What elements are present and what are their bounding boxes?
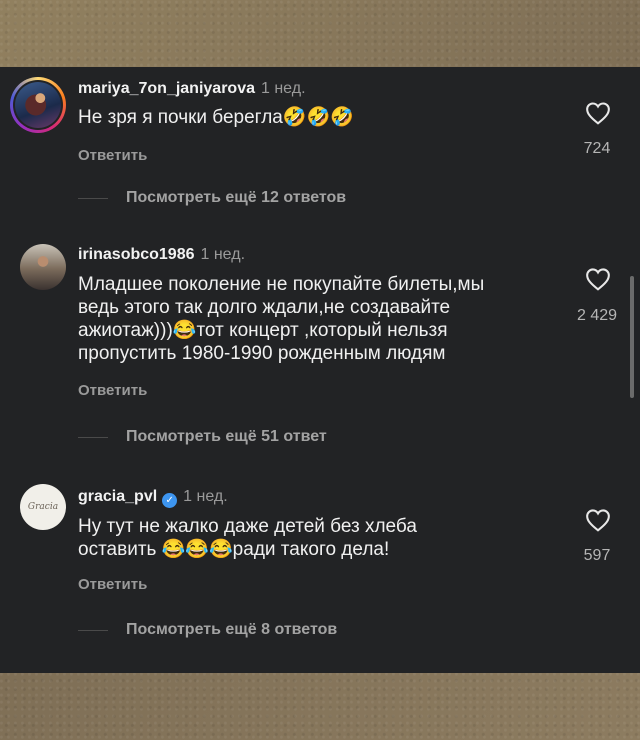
reply-button[interactable]: Ответить [78,147,147,164]
heart-outline-icon[interactable] [585,508,611,532]
timestamp: 1 нед. [183,488,228,505]
comment-text: Ну тут не жалко даже детей без хлеба ост… [78,516,417,560]
avatar-logo-script: Gracia [27,502,59,512]
view-more-replies-button[interactable]: Посмотреть ещё 51 ответ [126,428,327,446]
like-count: 2 429 [576,307,618,324]
comment-meta: irinasobco1986 1 нед. [78,245,245,265]
view-more-replies-button[interactable]: Посмотреть ещё 12 ответов [126,189,346,207]
scrollbar[interactable] [630,276,634,398]
reply-button[interactable]: Ответить [78,576,147,593]
username[interactable]: mariya_7on_janiyarova [78,80,255,97]
avatar[interactable]: Gracia [20,484,66,530]
comment-item: Gracia gracia_pvl ✓ 1 нед. Ну тут не жалко… [0,477,640,627]
divider-line [78,630,108,631]
avatar [15,82,61,128]
username[interactable]: gracia_pvl [78,488,157,505]
divider-line [78,437,108,438]
heart-outline-icon[interactable] [585,267,611,291]
timestamp: 1 нед. [200,246,246,263]
comments-panel: mariya_7on_janiyarova 1 нед. Не зря я поч… [0,67,640,673]
comment-item: irinasobco1986 1 нед. Младшее поколение н… [0,237,640,457]
timestamp: 1 нед. [261,80,306,97]
comment-meta: mariya_7on_janiyarova 1 нед. [78,79,306,99]
username[interactable]: irinasobco1986 [78,246,195,263]
comment-text: Не зря я почки берегла🤣🤣🤣 [78,107,354,128]
avatar[interactable] [20,244,66,290]
like-count: 724 [583,140,611,157]
divider-line [78,198,108,199]
reply-button[interactable]: Ответить [78,382,147,399]
like-count: 597 [583,547,611,564]
heart-outline-icon[interactable] [585,101,611,125]
comment-text: Младшее поколение не покупайте билеты,мы… [78,274,485,364]
avatar-story-ring[interactable] [10,77,66,133]
verified-badge-icon: ✓ [162,493,178,508]
comment-meta: gracia_pvl ✓ 1 нед. [78,487,228,508]
view-more-replies-button[interactable]: Посмотреть ещё 8 ответов [126,621,337,639]
